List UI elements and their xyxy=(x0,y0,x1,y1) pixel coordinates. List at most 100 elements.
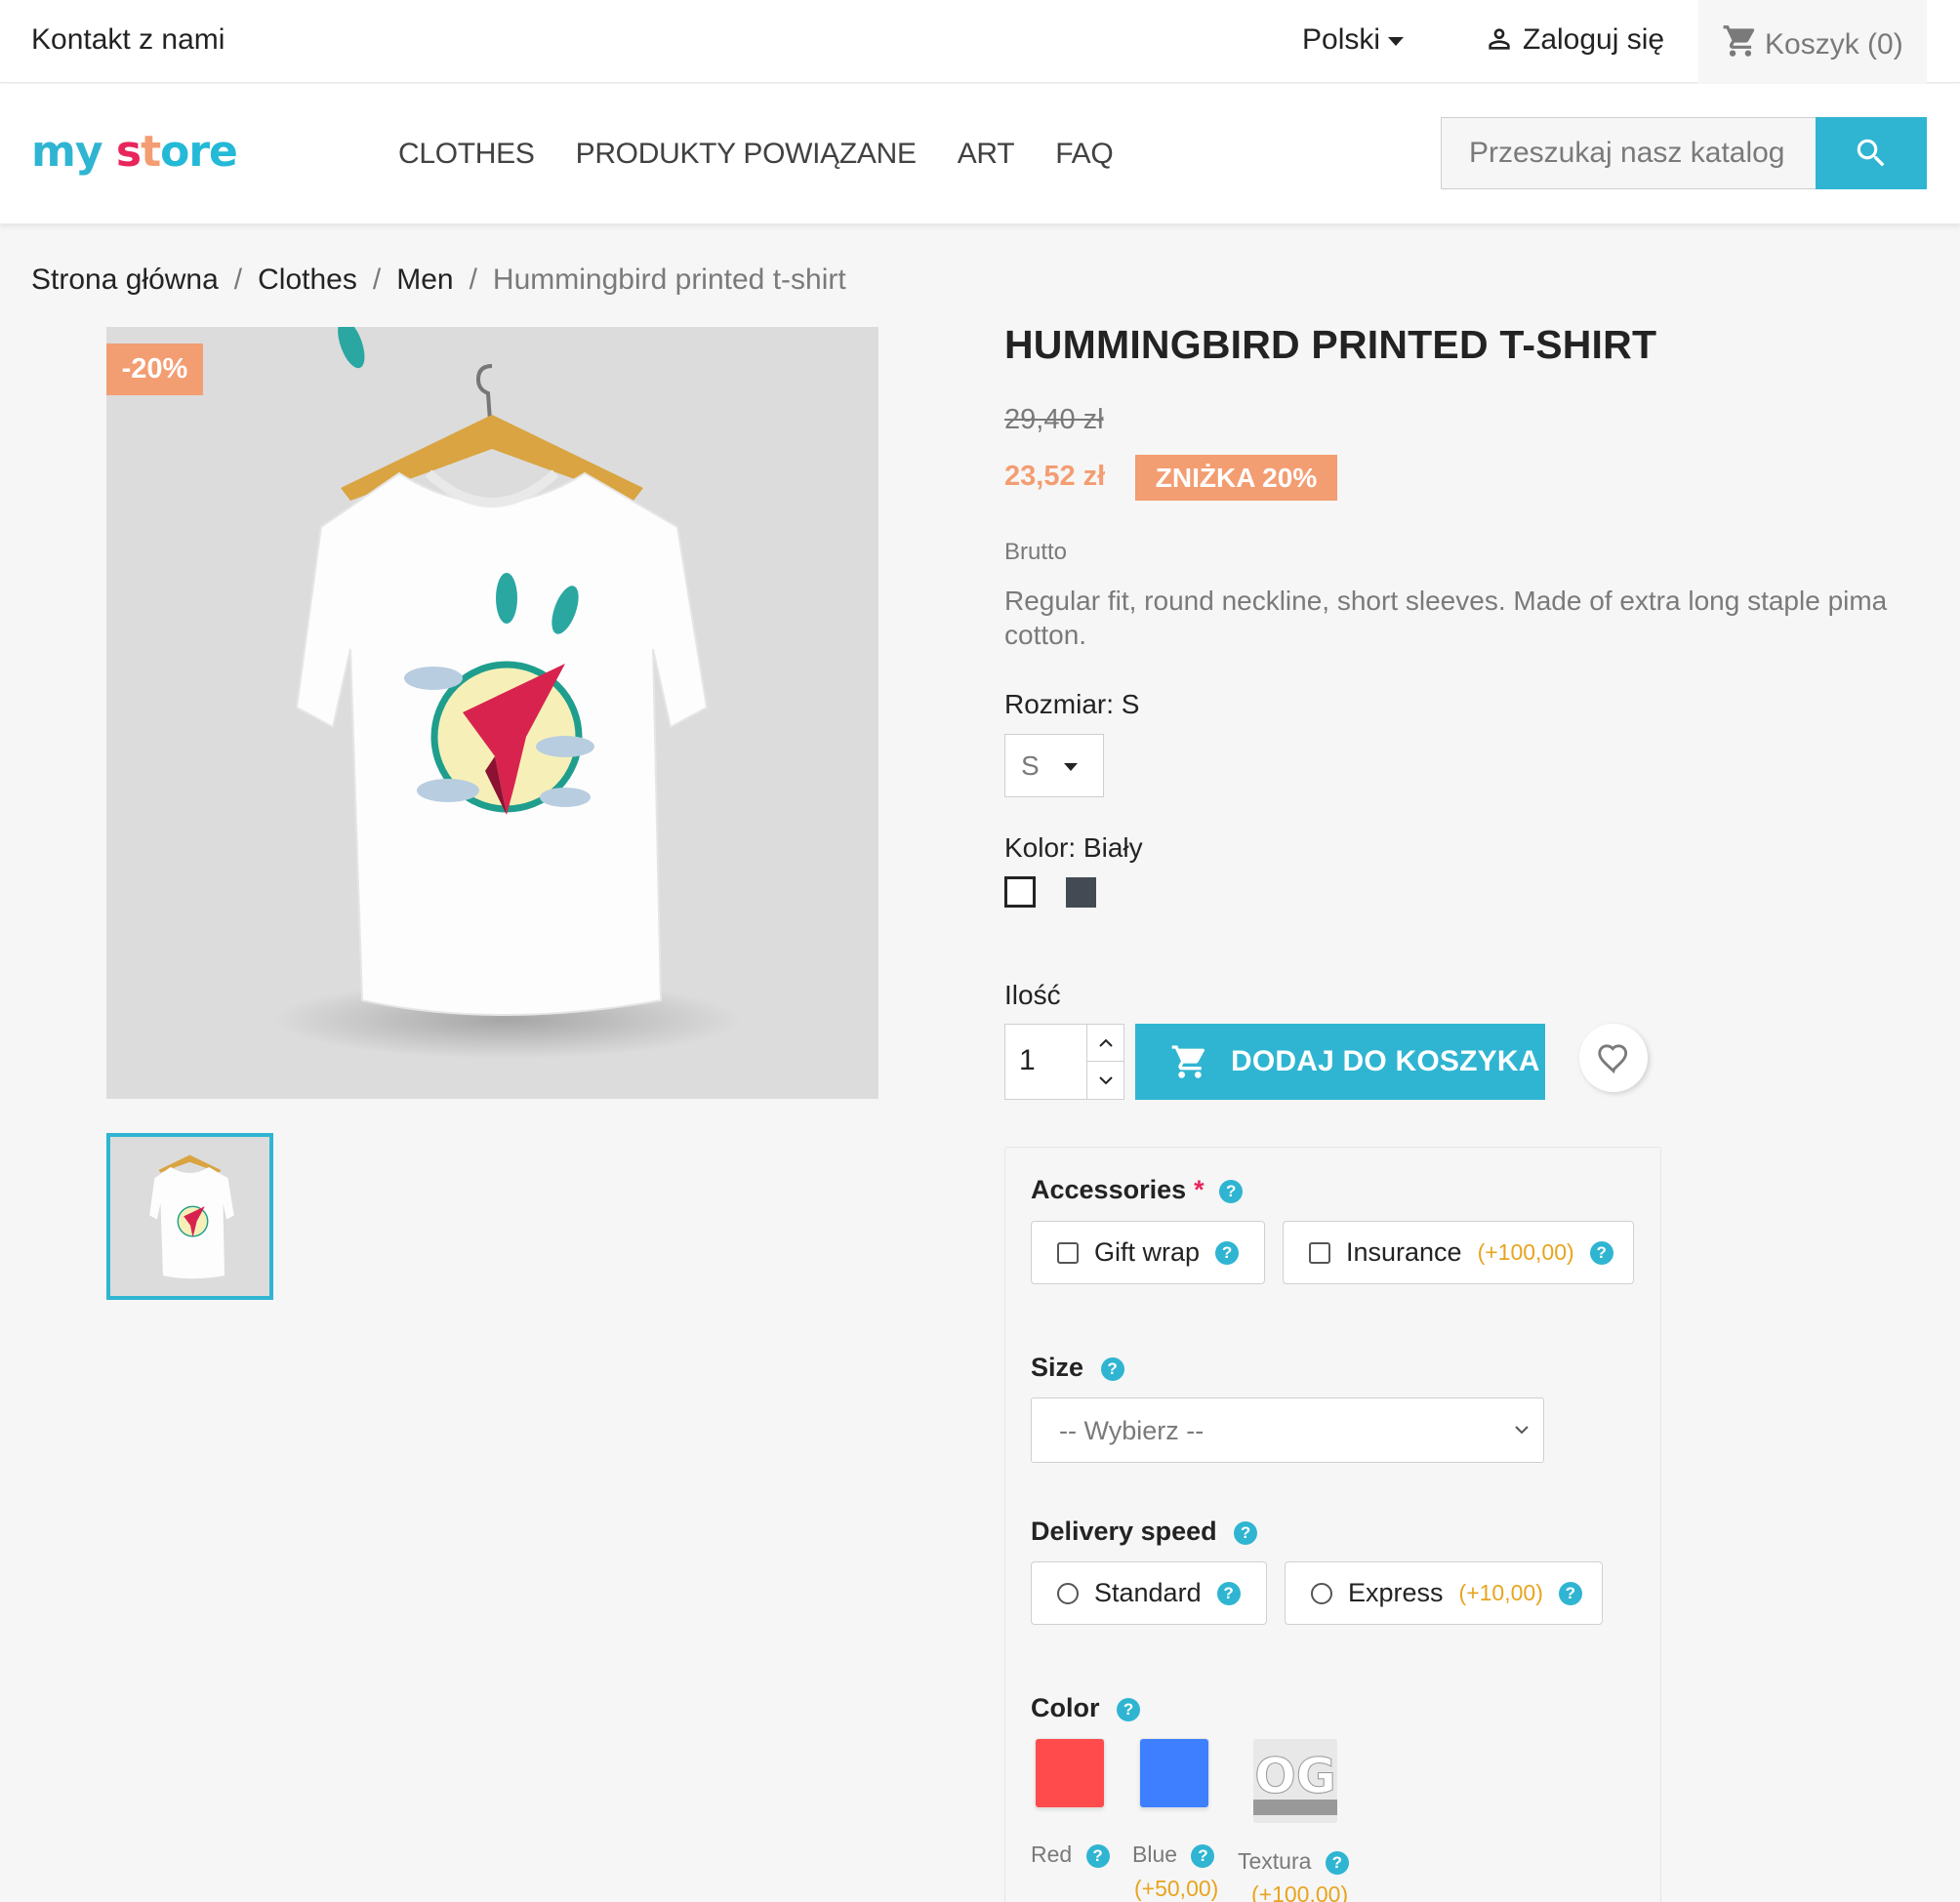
login-label: Zaloguj się xyxy=(1523,23,1665,56)
texture-text: Textura xyxy=(1238,1848,1312,1874)
chevron-up-icon xyxy=(1099,1038,1113,1047)
size-dropdown[interactable]: -- Wybierz -- xyxy=(1031,1397,1544,1463)
breadcrumb-home[interactable]: Strona główna xyxy=(31,263,219,296)
search-icon xyxy=(1857,139,1885,167)
texture-label: Textura ? xyxy=(1238,1848,1349,1875)
top-bar: Kontakt z nami Polski Zaloguj się Koszyk… xyxy=(0,0,1960,83)
heart-icon xyxy=(1598,1044,1628,1074)
help-icon[interactable]: ? xyxy=(1325,1850,1349,1875)
color-field-label-text: Color xyxy=(1031,1693,1100,1722)
quantity-input[interactable]: 1 xyxy=(1019,1044,1036,1077)
quantity-stepper: 1 xyxy=(1004,1024,1124,1100)
breadcrumb: Strona główna / Clothes / Men / Hummingbird pr… xyxy=(31,263,846,297)
breadcrumb-men[interactable]: Men xyxy=(396,263,453,296)
logo-part-my: my xyxy=(31,127,103,177)
accessories-label: Accessories * ? xyxy=(1031,1175,1244,1205)
breadcrumb-separator: / xyxy=(233,263,243,296)
chevron-down-icon xyxy=(1515,1426,1529,1435)
quantity-increase-button[interactable] xyxy=(1086,1025,1124,1062)
logo-part-t: t xyxy=(141,127,161,177)
logo-part-s: s xyxy=(115,127,142,177)
nav-item-clothes[interactable]: CLOTHES xyxy=(398,138,535,171)
color-red-label: Red ? xyxy=(1031,1841,1110,1868)
color-red-text: Red xyxy=(1031,1841,1073,1867)
size-select[interactable]: S xyxy=(1004,734,1104,797)
user-icon xyxy=(1489,28,1510,50)
texture-swatch[interactable]: OG xyxy=(1253,1739,1337,1823)
color-swatch-white[interactable] xyxy=(1004,876,1036,908)
texture-price: (+100,00) xyxy=(1251,1882,1349,1902)
discount-badge: ZNIŻKA 20% xyxy=(1135,455,1337,501)
contact-link[interactable]: Kontakt z nami xyxy=(31,23,225,57)
product-cover-image[interactable] xyxy=(106,327,878,1099)
cart-icon xyxy=(1171,1045,1205,1078)
express-radio[interactable] xyxy=(1311,1582,1332,1604)
search-button[interactable] xyxy=(1816,117,1927,189)
help-icon[interactable]: ? xyxy=(1117,1697,1141,1721)
gift-wrap-label: Gift wrap xyxy=(1094,1237,1201,1267)
breadcrumb-clothes[interactable]: Clothes xyxy=(258,263,357,296)
size-label: Rozmiar: S xyxy=(1004,689,1140,719)
gift-wrap-checkbox[interactable] xyxy=(1057,1241,1079,1264)
color-blue-label: Blue ? xyxy=(1132,1841,1215,1868)
language-selector[interactable]: Polski xyxy=(1302,23,1405,57)
help-icon[interactable]: ? xyxy=(1085,1843,1110,1868)
regular-price: 29,40 zł xyxy=(1004,404,1104,435)
main-header: my store CLOTHES PRODUKTY POWIĄZANE ART … xyxy=(0,84,1960,223)
cart-icon xyxy=(1723,25,1755,57)
store-logo[interactable]: my store xyxy=(31,127,238,177)
accessories-label-text: Accessories xyxy=(1031,1175,1187,1204)
color-blue-text: Blue xyxy=(1132,1841,1178,1867)
svg-text:OG: OG xyxy=(1254,1748,1336,1804)
color-swatch-dark-grey[interactable] xyxy=(1066,877,1096,908)
discount-flag: -20% xyxy=(106,344,203,395)
tshirt-thumbnail-image xyxy=(149,1154,234,1279)
color-field-label: Color ? xyxy=(1031,1693,1141,1723)
wishlist-button[interactable] xyxy=(1579,1024,1648,1092)
login-link[interactable]: Zaloguj się xyxy=(1484,23,1664,57)
color-swatch-blue[interactable] xyxy=(1140,1739,1208,1807)
product-thumbnail[interactable] xyxy=(106,1133,273,1300)
express-delivery-option[interactable]: Express (+10,00)? xyxy=(1285,1561,1603,1625)
help-icon[interactable]: ? xyxy=(1234,1520,1258,1545)
quantity-decrease-button[interactable] xyxy=(1086,1062,1124,1099)
cart-button[interactable]: Koszyk (0) xyxy=(1698,0,1927,83)
help-icon[interactable]: ? xyxy=(1215,1240,1240,1265)
help-icon[interactable]: ? xyxy=(1219,1179,1244,1203)
search-input[interactable] xyxy=(1441,117,1816,189)
current-price: 23,52 zł xyxy=(1004,461,1106,492)
delivery-speed-label-text: Delivery speed xyxy=(1031,1517,1217,1546)
standard-label: Standard xyxy=(1094,1578,1202,1607)
insurance-option[interactable]: Insurance (+100,00)? xyxy=(1283,1221,1634,1284)
product-title: HUMMINGBIRD PRINTED T-SHIRT xyxy=(1004,322,1657,367)
help-icon[interactable]: ? xyxy=(1558,1581,1582,1605)
chevron-down-icon xyxy=(1099,1076,1113,1085)
language-label: Polski xyxy=(1302,23,1381,56)
nav-item-related-products[interactable]: PRODUKTY POWIĄZANE xyxy=(576,138,917,171)
caret-down-icon xyxy=(1064,763,1078,771)
help-icon[interactable]: ? xyxy=(1100,1356,1124,1381)
delivery-speed-label: Delivery speed ? xyxy=(1031,1517,1258,1547)
standard-radio[interactable] xyxy=(1057,1582,1079,1604)
express-label: Express xyxy=(1348,1578,1444,1607)
main-nav: CLOTHES PRODUKTY POWIĄZANE ART FAQ xyxy=(398,138,1114,171)
cart-label: Koszyk (0) xyxy=(1765,28,1903,61)
product-description: Regular fit, round neckline, short sleev… xyxy=(1004,586,1888,650)
search-form xyxy=(1441,117,1927,189)
color-swatch-red[interactable] xyxy=(1036,1739,1104,1807)
size-dropdown-value: -- Wybierz -- xyxy=(1059,1416,1205,1445)
help-icon[interactable]: ? xyxy=(1216,1581,1241,1605)
gift-wrap-option[interactable]: Gift wrap? xyxy=(1031,1221,1265,1284)
add-to-cart-label: DODAJ DO KOSZYKA xyxy=(1231,1045,1540,1077)
standard-delivery-option[interactable]: Standard? xyxy=(1031,1561,1267,1625)
nav-item-art[interactable]: ART xyxy=(958,138,1015,171)
help-icon[interactable]: ? xyxy=(1191,1843,1215,1868)
quantity-label: Ilość xyxy=(1004,980,1061,1010)
insurance-checkbox[interactable] xyxy=(1309,1241,1330,1264)
tax-label: Brutto xyxy=(1004,539,1068,565)
breadcrumb-current: Hummingbird printed t-shirt xyxy=(492,263,846,296)
breadcrumb-separator: / xyxy=(469,263,477,296)
add-to-cart-button[interactable]: DODAJ DO KOSZYKA xyxy=(1135,1024,1545,1100)
help-icon[interactable]: ? xyxy=(1589,1240,1613,1265)
nav-item-faq[interactable]: FAQ xyxy=(1055,138,1113,171)
